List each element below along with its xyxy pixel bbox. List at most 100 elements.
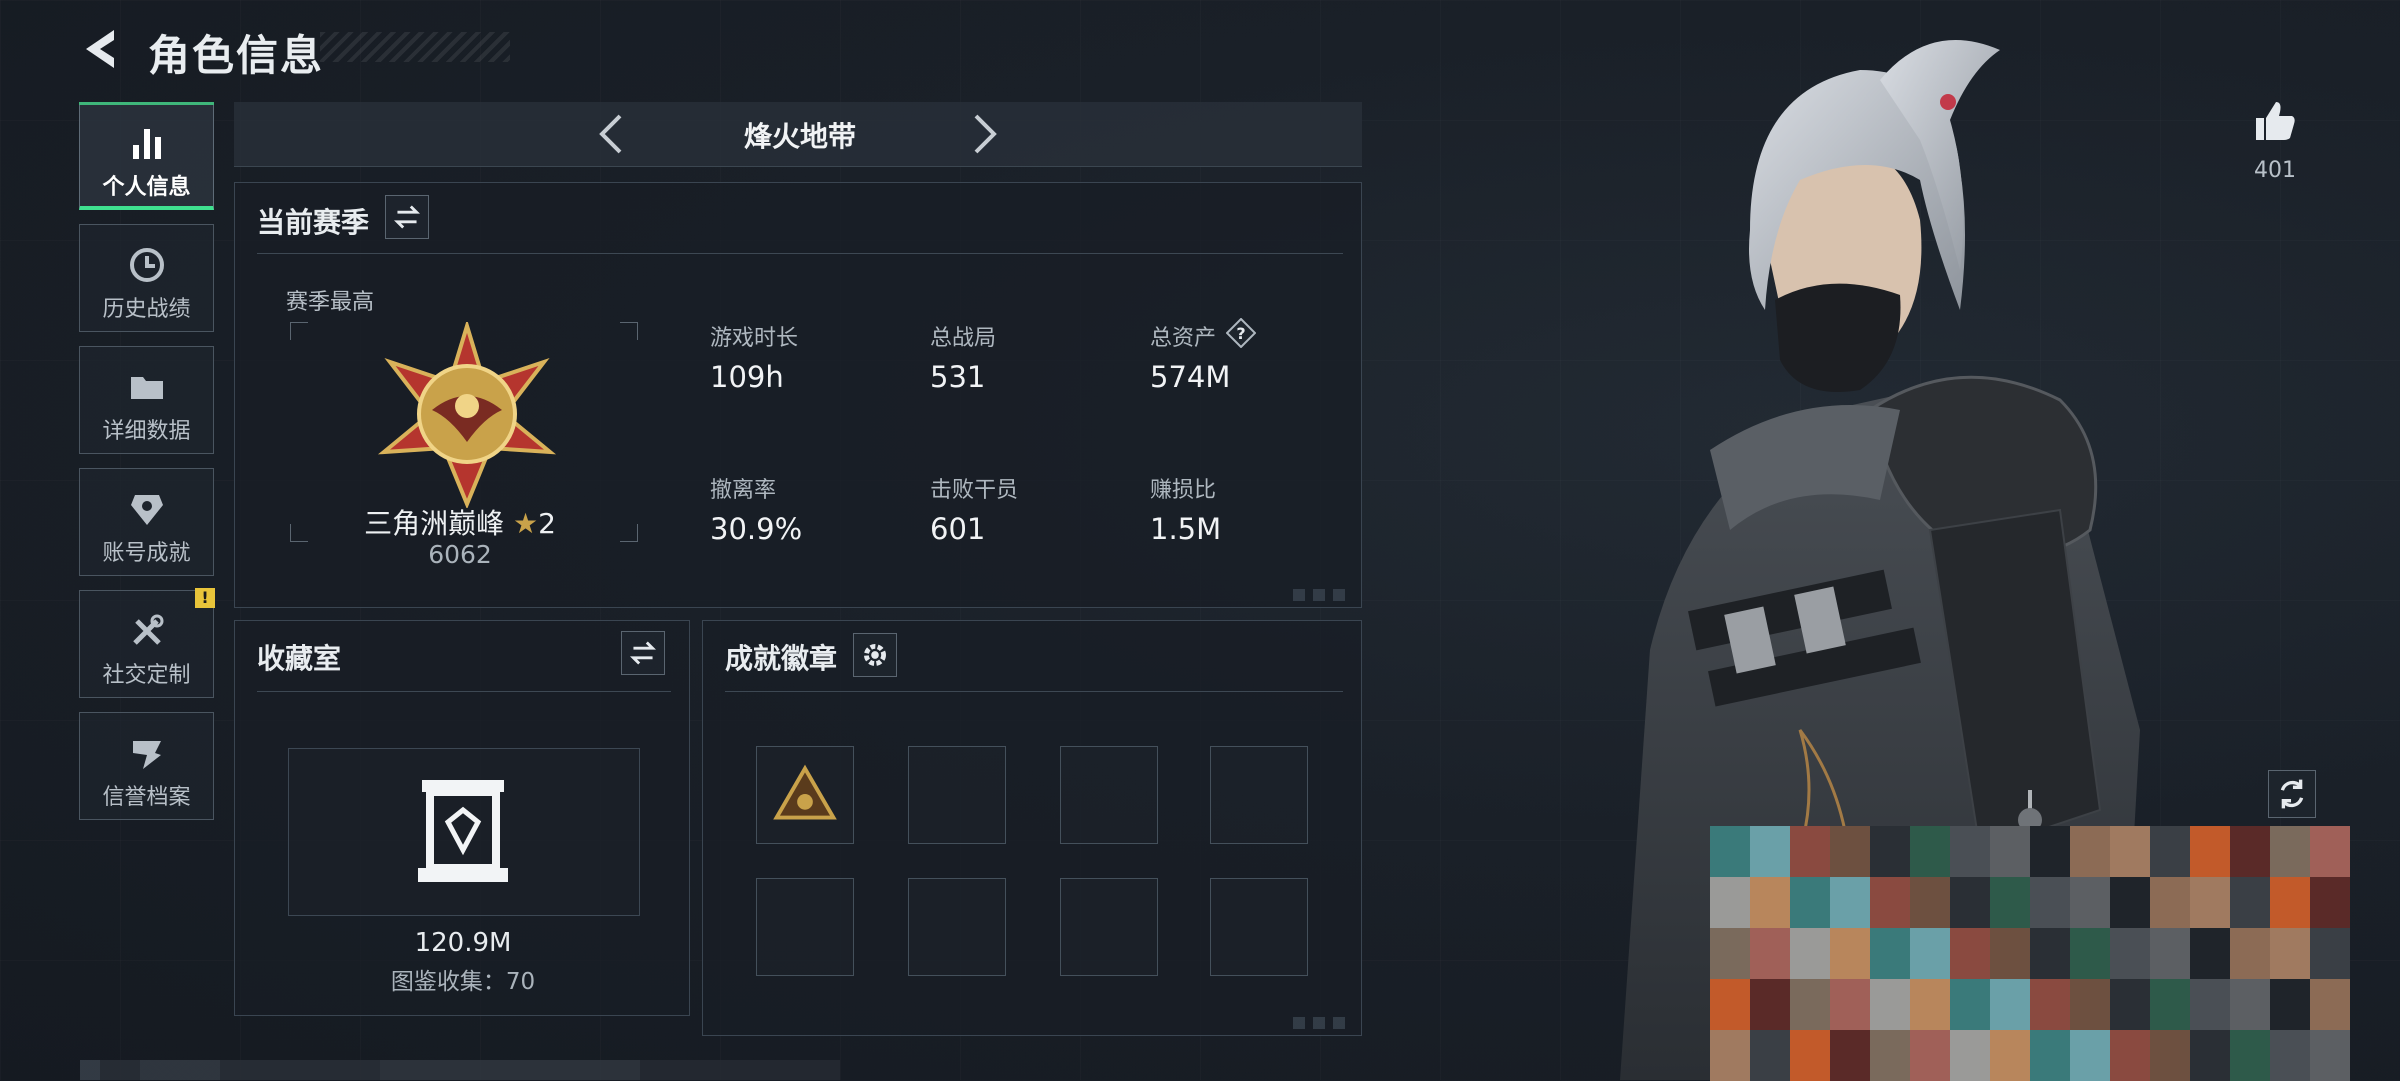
mosaic-cell — [2110, 826, 2150, 877]
sidebar-item-history[interactable]: 历史战绩 — [79, 224, 214, 332]
mosaic-cell — [1790, 877, 1830, 928]
mosaic-blur — [1710, 826, 2350, 1081]
mosaic-cell — [1710, 826, 1750, 877]
mosaic-cell — [2270, 1030, 2310, 1081]
mosaic-cell — [2150, 826, 2190, 877]
page-title: 角色信息 — [148, 31, 325, 80]
stat-value-matches: 531 — [930, 360, 986, 394]
stat-value-kills: 601 — [930, 512, 986, 546]
help-icon[interactable]: ? — [1226, 318, 1256, 348]
gear-icon — [864, 644, 886, 666]
stat-value-playtime: 109h — [710, 360, 784, 394]
mosaic-cell — [2070, 928, 2110, 979]
mosaic-cell — [1710, 877, 1750, 928]
mosaic-cell — [1750, 877, 1790, 928]
mosaic-cell — [2030, 928, 2070, 979]
sidebar-item-personal-info[interactable]: 个人信息 — [79, 102, 214, 210]
mosaic-cell — [2070, 979, 2110, 1030]
history-clock-icon — [129, 248, 164, 282]
back-arrow-icon[interactable] — [78, 26, 124, 72]
rank-name: 三角洲巅峰 ★2 — [364, 507, 556, 540]
mosaic-cell — [2150, 979, 2190, 1030]
swap-button[interactable] — [621, 631, 665, 675]
like-count: 401 — [2254, 158, 2296, 183]
panel-title: 成就徽章 — [725, 642, 838, 675]
mosaic-cell — [2230, 826, 2270, 877]
mosaic-cell — [2310, 1030, 2350, 1081]
mosaic-cell — [1990, 826, 2030, 877]
panel-title: 当前赛季 — [257, 206, 370, 239]
sidebar-item-label: 历史战绩 — [102, 297, 191, 322]
sidebar-item-achievements[interactable]: 账号成就 — [79, 468, 214, 576]
badge-slot[interactable] — [756, 746, 854, 844]
mosaic-cell — [1790, 1030, 1830, 1081]
rank-medal-icon — [377, 322, 557, 508]
mosaic-cell — [2190, 1030, 2230, 1081]
mosaic-cell — [2270, 928, 2310, 979]
chevron-right-icon[interactable] — [962, 112, 1006, 156]
mosaic-cell — [1870, 979, 1910, 1030]
mosaic-cell — [1790, 826, 1830, 877]
badge-slot[interactable] — [1060, 746, 1158, 844]
sidebar-item-reputation[interactable]: 信誉档案 — [79, 712, 214, 820]
thumbs-up-icon[interactable] — [2252, 98, 2298, 144]
mosaic-cell — [1830, 928, 1870, 979]
mosaic-cell — [1710, 1030, 1750, 1081]
sidebar-item-detailed-data[interactable]: 详细数据 — [79, 346, 214, 454]
season-best-label: 赛季最高 — [286, 290, 375, 315]
mosaic-cell — [2310, 877, 2350, 928]
mosaic-cell — [2230, 979, 2270, 1030]
achievement-icon — [130, 495, 163, 525]
mosaic-cell — [1750, 979, 1790, 1030]
svg-text:?: ? — [1236, 324, 1245, 343]
mosaic-cell — [1870, 928, 1910, 979]
sidebar-item-label: 信誉档案 — [102, 785, 191, 810]
mosaic-cell — [1990, 1030, 2030, 1081]
stat-label-extract-rate: 撤离率 — [710, 478, 777, 503]
mosaic-cell — [2070, 826, 2110, 877]
mosaic-cell — [1870, 826, 1910, 877]
mosaic-cell — [1830, 979, 1870, 1030]
rank-score: 6062 — [428, 540, 492, 569]
sidebar-item-social-custom[interactable]: 社交定制 — [79, 590, 214, 698]
mosaic-cell — [1950, 979, 1990, 1030]
mosaic-cell — [2070, 1030, 2110, 1081]
mosaic-cell — [2110, 928, 2150, 979]
badge-slot[interactable] — [1060, 878, 1158, 976]
badge-slot[interactable] — [908, 746, 1006, 844]
chevron-left-icon[interactable] — [590, 112, 634, 156]
badge-slot[interactable] — [756, 878, 854, 976]
stat-value-assets: 574M — [1150, 360, 1231, 394]
display-case-icon — [418, 780, 508, 882]
mosaic-cell — [1910, 826, 1950, 877]
badge-slot[interactable] — [1210, 746, 1308, 844]
mosaic-cell — [2030, 877, 2070, 928]
mosaic-cell — [2030, 826, 2070, 877]
stat-label-matches: 总战局 — [930, 326, 997, 351]
mosaic-cell — [1710, 979, 1750, 1030]
mosaic-cell — [1910, 928, 1950, 979]
mosaic-cell — [1990, 877, 2030, 928]
mosaic-cell — [1990, 928, 2030, 979]
mosaic-cell — [2070, 877, 2110, 928]
stat-label-assets: 总资产 — [1150, 326, 1217, 351]
settings-button[interactable] — [853, 633, 897, 677]
title-decoration — [320, 32, 510, 62]
mosaic-cell — [1830, 877, 1870, 928]
rotate-button[interactable] — [2268, 770, 2316, 818]
mosaic-cell — [1750, 1030, 1790, 1081]
mosaic-cell — [1870, 1030, 1910, 1081]
mosaic-cell — [1790, 979, 1830, 1030]
mosaic-cell — [2190, 979, 2230, 1030]
swap-button[interactable] — [385, 195, 429, 239]
swap-arrows-icon — [393, 205, 421, 229]
tools-icon — [132, 614, 163, 645]
mosaic-cell — [2270, 826, 2310, 877]
collection-count: 图鉴收集：70 — [390, 969, 536, 995]
badge-slot[interactable] — [1210, 878, 1308, 976]
mosaic-cell — [2030, 1030, 2070, 1081]
mosaic-cell — [2310, 979, 2350, 1030]
sidebar-item-label: 账号成就 — [102, 541, 191, 566]
badge-slot[interactable] — [908, 878, 1006, 976]
mosaic-cell — [2150, 1030, 2190, 1081]
